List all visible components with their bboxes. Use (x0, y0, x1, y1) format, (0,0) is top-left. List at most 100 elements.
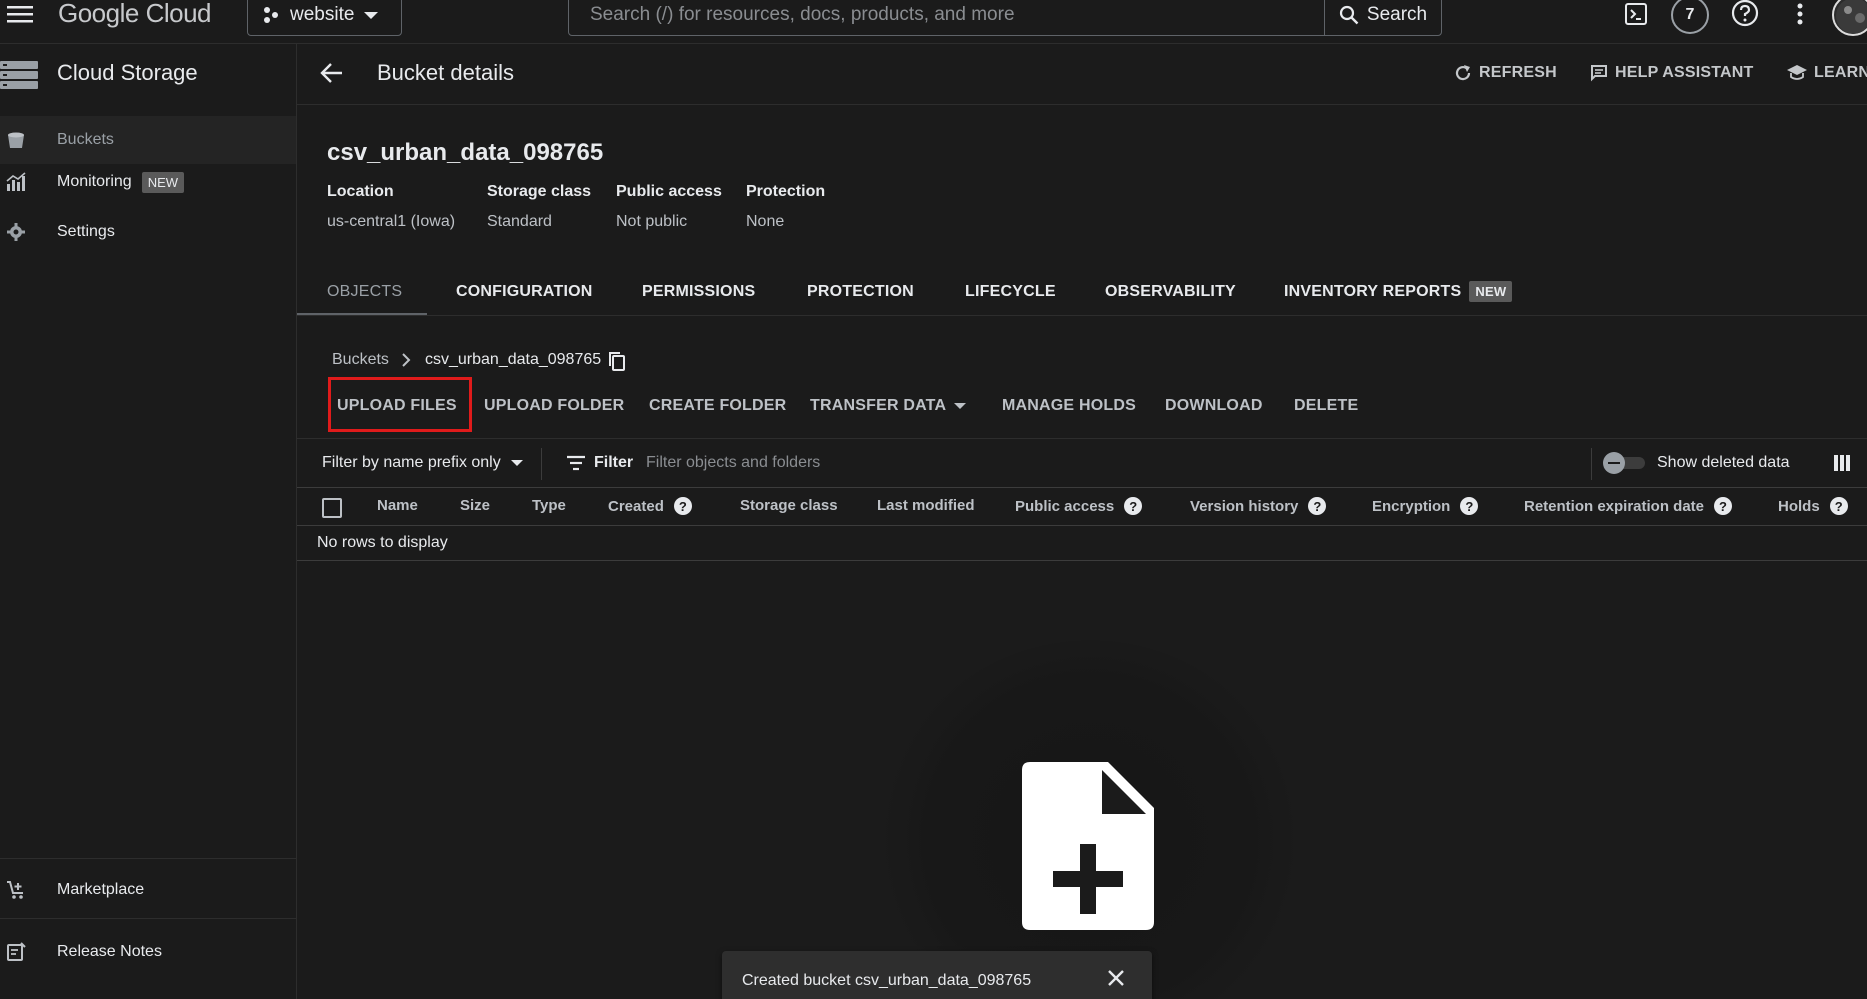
sidebar-item-monitoring[interactable]: Monitoring NEW (0, 158, 296, 206)
help-icon[interactable] (1730, 0, 1760, 28)
tab-configuration[interactable]: CONFIGURATION (456, 283, 593, 301)
breadcrumb-root[interactable]: Buckets (332, 351, 389, 369)
sidebar-item-buckets[interactable]: Buckets (0, 116, 296, 164)
more-vert-icon[interactable] (1790, 0, 1810, 28)
chevron-right-icon (401, 353, 411, 367)
table-header-divider (297, 525, 1867, 526)
snackbar-message: Created bucket csv_urban_data_098765 (742, 972, 1032, 989)
search-button-label: Search (1366, 4, 1428, 25)
help-icon[interactable]: ? (1460, 497, 1479, 515)
help-icon[interactable]: ? (673, 497, 692, 515)
help-icon[interactable]: ? (1714, 497, 1733, 515)
cart-icon (6, 880, 26, 900)
sidebar-divider (0, 918, 296, 919)
delete-button[interactable]: DELETE (1294, 397, 1358, 415)
sidebar: Cloud Storage Buckets Monitoring NEW Set… (0, 44, 297, 999)
storage-icon (0, 60, 38, 90)
learn-label: LEARN (1814, 64, 1867, 81)
create-folder-button[interactable]: CREATE FOLDER (649, 397, 786, 415)
upload-folder-button[interactable]: UPLOAD FOLDER (484, 397, 624, 415)
close-icon[interactable] (1107, 969, 1125, 987)
column-created[interactable]: Created ? (608, 497, 692, 515)
tab-objects[interactable]: OBJECTS (327, 283, 402, 301)
learn-button[interactable]: LEARN (1787, 64, 1867, 82)
gear-icon (6, 222, 26, 242)
column-size[interactable]: Size (460, 497, 490, 514)
column-version-history[interactable]: Version history ? (1190, 497, 1327, 515)
sidebar-item-marketplace[interactable]: Marketplace (0, 866, 296, 914)
column-last-modified[interactable]: Last modified (877, 497, 975, 514)
top-bar: Google Cloud website Search (/) for reso… (0, 0, 1867, 44)
breadcrumb-current: csv_urban_data_098765 (425, 351, 602, 368)
show-deleted-label: Show deleted data (1657, 454, 1790, 471)
header-divider (297, 104, 1867, 105)
column-label: Created (608, 497, 664, 515)
school-icon (1787, 64, 1807, 82)
tab-lifecycle[interactable]: LIFECYCLE (965, 283, 1056, 301)
empty-table-message: No rows to display (317, 534, 448, 551)
storage-class-value: Standard (487, 213, 552, 230)
search-button[interactable]: Search (1324, 0, 1441, 35)
project-selector[interactable]: website (247, 0, 402, 36)
tab-inventory-reports[interactable]: INVENTORY REPORTS NEW (1284, 281, 1513, 302)
column-retention-expiration[interactable]: Retention expiration date ? (1524, 497, 1733, 515)
bucket-name: csv_urban_data_098765 (327, 139, 604, 166)
table-divider (297, 560, 1867, 561)
tab-permissions[interactable]: PERMISSIONS (642, 283, 755, 301)
manage-holds-button[interactable]: MANAGE HOLDS (1002, 397, 1136, 415)
tab-observability[interactable]: OBSERVABILITY (1105, 283, 1236, 301)
help-assistant-label: HELP ASSISTANT (1615, 64, 1754, 81)
column-label: Encryption (1372, 497, 1451, 515)
column-display-icon[interactable] (1834, 455, 1850, 471)
column-label: Holds (1778, 497, 1820, 515)
filter-input[interactable]: Filter objects and folders (646, 454, 820, 472)
tab-protection[interactable]: PROTECTION (807, 283, 914, 301)
column-type[interactable]: Type (532, 497, 566, 514)
column-name[interactable]: Name (377, 497, 418, 514)
back-arrow-icon[interactable] (319, 62, 345, 84)
show-deleted-toggle[interactable] (1603, 452, 1647, 474)
help-icon[interactable]: ? (1124, 497, 1143, 515)
column-storage-class[interactable]: Storage class (740, 497, 838, 514)
help-assistant-button[interactable]: HELP ASSISTANT (1590, 64, 1754, 82)
snackbar: Created bucket csv_urban_data_098765 (722, 951, 1152, 999)
notifications-badge[interactable]: 7 (1671, 0, 1709, 34)
sidebar-item-settings[interactable]: Settings (0, 208, 296, 256)
filter-separator (541, 448, 542, 480)
search-input[interactable]: Search (/) for resources, docs, products… (590, 4, 1015, 26)
new-file-icon (1020, 762, 1156, 932)
location-value: us-central1 (Iowa) (327, 213, 456, 230)
column-encryption[interactable]: Encryption ? (1372, 497, 1479, 515)
search-bar[interactable]: Search (/) for resources, docs, products… (568, 0, 1442, 36)
transfer-data-label: TRANSFER DATA (810, 397, 947, 414)
sidebar-divider (0, 858, 296, 859)
project-name: website (290, 4, 355, 25)
page-title: Bucket details (377, 60, 514, 85)
column-public-access[interactable]: Public access ? (1015, 497, 1143, 515)
refresh-icon (1454, 64, 1472, 82)
filter-button[interactable]: Filter (566, 454, 633, 472)
filter-mode-select[interactable]: Filter by name prefix only (322, 454, 523, 472)
sidebar-item-label: Release Notes (57, 943, 162, 960)
tabs-divider (297, 315, 1867, 316)
protection-label: Protection (746, 183, 826, 200)
select-all-checkbox[interactable] (322, 498, 342, 518)
google-cloud-logo[interactable]: Google Cloud (58, 0, 212, 29)
download-button[interactable]: DOWNLOAD (1165, 397, 1263, 415)
sidebar-item-release-notes[interactable]: Release Notes (0, 928, 296, 976)
filter-icon (566, 455, 586, 471)
upload-files-button[interactable]: UPLOAD FILES (337, 397, 457, 415)
avatar[interactable] (1832, 0, 1867, 36)
refresh-button[interactable]: REFRESH (1454, 64, 1557, 82)
help-icon[interactable]: ? (1829, 497, 1848, 515)
menu-icon[interactable] (0, 0, 40, 28)
sidebar-title: Cloud Storage (57, 60, 198, 85)
help-icon[interactable]: ? (1308, 497, 1327, 515)
copy-icon[interactable] (608, 351, 626, 371)
chevron-down-icon (510, 459, 523, 467)
new-badge: NEW (1469, 281, 1513, 302)
transfer-data-button[interactable]: TRANSFER DATA (810, 397, 967, 415)
filter-label: Filter (594, 454, 634, 471)
column-holds[interactable]: Holds ? (1778, 497, 1848, 515)
terminal-icon[interactable] (1622, 0, 1650, 28)
